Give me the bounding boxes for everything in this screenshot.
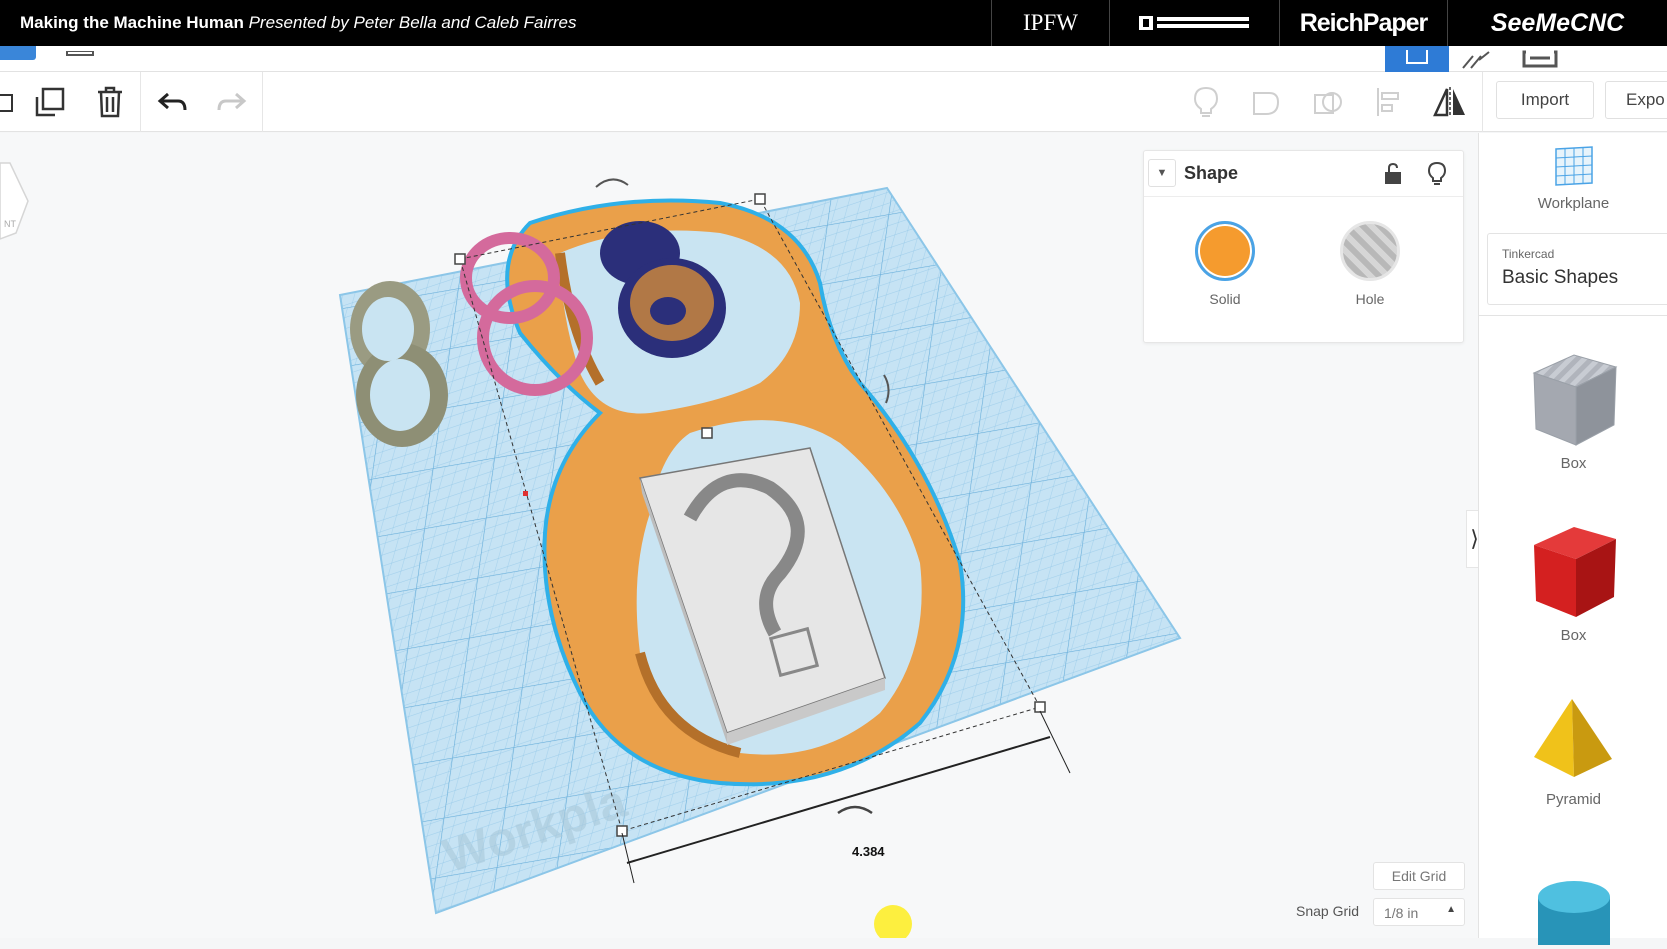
blocks-view-icon[interactable] [1457, 48, 1497, 70]
red-box-icon [1533, 527, 1616, 617]
snap-grid-value: 1/8 in [1384, 905, 1419, 921]
presentation-banner: Making the Machine Human Presented by Pe… [0, 0, 1667, 46]
purdue-logo-icon [1138, 16, 1249, 30]
inspector-title: Shape [1184, 163, 1239, 183]
resize-handle-top-left[interactable] [454, 253, 466, 265]
sponsor-logos: IPFW ReichPaper SeeMeCNC [991, 0, 1667, 46]
yellow-pyramid-icon [1533, 699, 1612, 777]
inspector-collapse-button[interactable]: ▼ [1148, 159, 1176, 187]
delete-icon[interactable] [90, 82, 130, 122]
hole-label: Hole [1355, 291, 1385, 307]
sponsor-purdue-logo [1109, 0, 1279, 46]
partial-nav-button[interactable] [0, 46, 36, 60]
shape-item-label: Pyramid [1545, 791, 1601, 808]
resize-handle-top-right[interactable] [754, 193, 766, 205]
chevron-down-icon: ▼ [1156, 167, 1168, 179]
resize-handle-bottom-right[interactable] [1034, 701, 1046, 713]
codeblocks-view-icon[interactable] [1520, 48, 1560, 70]
gray-box-icon [1532, 354, 1617, 446]
rotate-arrow-top[interactable] [595, 178, 629, 188]
partial-menu-icon[interactable] [60, 48, 100, 70]
side-handle-left[interactable] [523, 491, 528, 496]
workplane-tool[interactable]: Workplane [1479, 143, 1667, 212]
undo-icon[interactable] [152, 82, 192, 122]
shape-library-select[interactable]: Tinkercad Basic Shapes [1487, 233, 1667, 305]
sponsor-seemecnc: SeeMeCNC [1447, 0, 1667, 46]
library-source: Tinkercad [1502, 247, 1555, 261]
snap-grid-select[interactable]: 1/8 in ▲ [1373, 898, 1465, 926]
solid-option[interactable]: Solid [1195, 221, 1255, 307]
ungroup-icon[interactable] [1308, 82, 1348, 122]
redo-icon[interactable] [212, 82, 252, 122]
shape-item-pyramid[interactable]: Pyramid [1479, 693, 1667, 808]
shape-inspector: ▼ Shape Solid Hole [1143, 150, 1464, 343]
sponsor-reichpaper: ReichPaper [1279, 0, 1447, 46]
shape-item-box-hole[interactable]: Box [1479, 345, 1667, 472]
banner-title-rest: Presented by Peter Bella and Caleb Fairr… [243, 13, 577, 32]
inspector-header: ▼ Shape [1144, 151, 1463, 197]
shape-item-label: Box [1560, 627, 1587, 644]
banner-title: Making the Machine Human Presented by Pe… [0, 13, 577, 33]
export-button[interactable]: Expo [1605, 81, 1667, 119]
solid-swatch[interactable] [1195, 221, 1255, 281]
3d-view-button[interactable] [1385, 46, 1449, 72]
lock-icon[interactable] [1380, 161, 1406, 187]
banner-title-bold: Making the Machine Human [20, 13, 244, 32]
hole-swatch[interactable] [1340, 221, 1400, 281]
blue-cylinder-icon [1537, 881, 1610, 945]
workplane-label: Workplane [1537, 195, 1610, 212]
caret-up-icon: ▲ [1446, 904, 1456, 915]
group-icon[interactable] [1246, 82, 1286, 122]
view-cube[interactable]: NT [0, 162, 29, 240]
grid-view-icon [1406, 50, 1428, 64]
snap-grid-label: Snap Grid [1296, 903, 1360, 919]
sponsor-ipfw: IPFW [991, 0, 1109, 46]
import-button[interactable]: Import [1496, 81, 1594, 119]
visibility-bulb-icon[interactable] [1424, 161, 1450, 187]
edit-grid-button[interactable]: Edit Grid [1373, 862, 1465, 890]
partial-paste-icon[interactable] [0, 82, 26, 122]
editor-toolbar: Import Expo [0, 72, 1667, 132]
shape-item-box-solid[interactable]: Box [1479, 517, 1667, 644]
mirror-icon[interactable] [1430, 82, 1470, 122]
top-nav-strip [0, 46, 1667, 72]
height-handle[interactable] [701, 427, 713, 439]
lightbulb-icon[interactable] [1186, 82, 1226, 122]
dimension-value[interactable]: 4.384 [852, 844, 885, 859]
hole-option[interactable]: Hole [1340, 221, 1400, 307]
library-name: Basic Shapes [1502, 267, 1619, 288]
shapes-panel: Workplane Tinkercad Basic Shapes Box Box… [1478, 133, 1667, 945]
rotate-arrow-bottom[interactable] [837, 805, 873, 815]
workplane-grid-icon [1554, 146, 1593, 186]
align-icon[interactable] [1370, 82, 1410, 122]
mouse-cursor-highlight [874, 905, 912, 938]
shape-item-label: Box [1560, 455, 1587, 472]
duplicate-icon[interactable] [30, 82, 70, 122]
solid-label: Solid [1209, 291, 1241, 307]
view-cube-label: NT [4, 219, 16, 229]
